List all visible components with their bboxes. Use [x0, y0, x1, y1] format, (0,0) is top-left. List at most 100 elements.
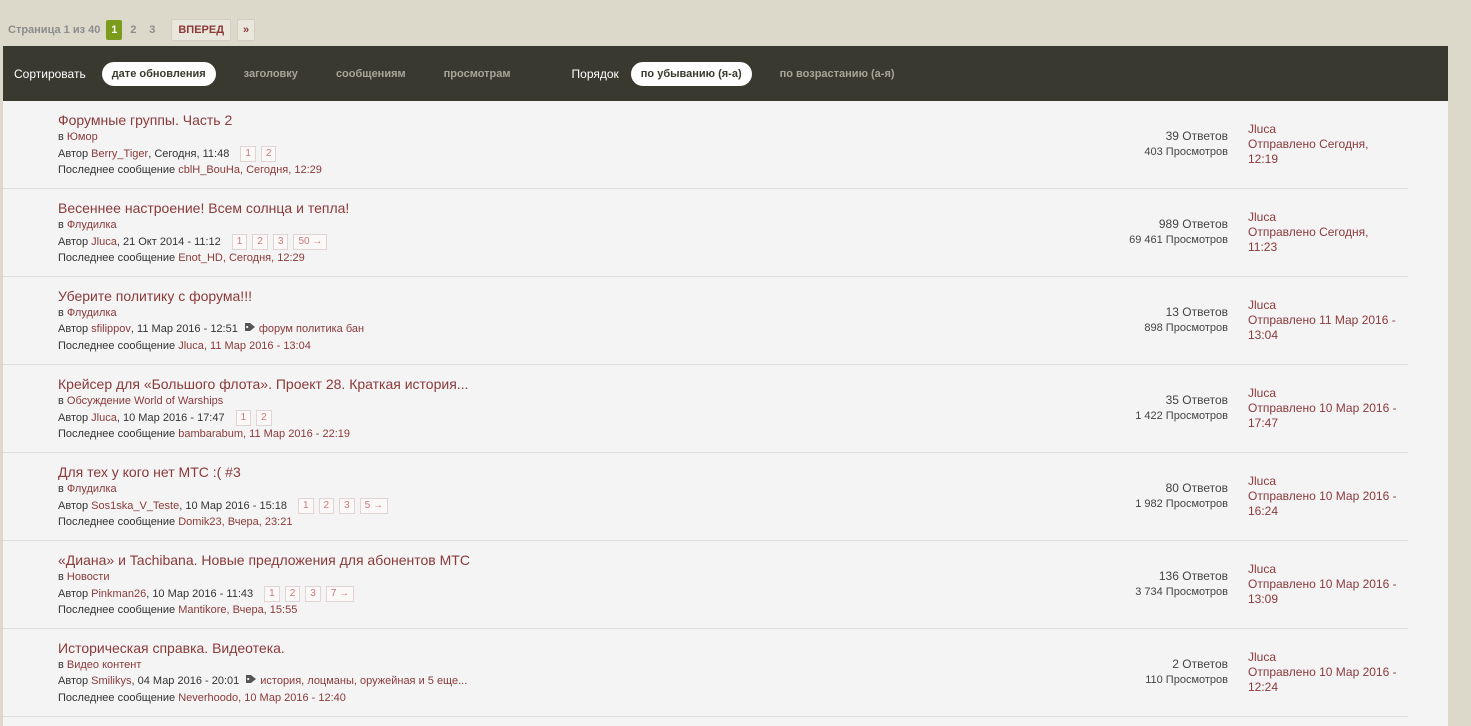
last-post-time-line1[interactable]: Отправлено Сегодня, [1248, 137, 1408, 152]
topic-page-link[interactable]: 2 [260, 146, 277, 162]
last-post-author-link[interactable]: Jluca [178, 340, 204, 352]
last-poster-info: Jluca Отправлено 10 Мар 2016 - 16:24 [1248, 474, 1408, 519]
topic-row: Форумные группы. Часть 2 в Юмор Автор Be… [3, 101, 1408, 189]
last-poster-link[interactable]: Jluca [1248, 650, 1408, 665]
author-link[interactable]: Jluca [91, 412, 117, 424]
topic-page-link[interactable]: 2 [256, 410, 272, 426]
forum-link[interactable]: Обсуждение World of Warships [67, 395, 223, 407]
next-page-button[interactable]: ВПЕРЕД [171, 18, 232, 41]
topic-title-link[interactable]: Крейсер для «Большого флота». Проект 28.… [58, 376, 468, 392]
topic-page-link[interactable]: 1 [231, 234, 248, 250]
topic-forum: в Новости [58, 571, 110, 583]
last-post-date-link[interactable]: , Сегодня, 12:29 [240, 164, 322, 176]
topic-page-link[interactable]: 1 [264, 586, 280, 602]
topic-page-link[interactable]: 3 [339, 498, 355, 514]
topic-tags-link[interactable]: форум политика бан [259, 323, 364, 335]
forum-link[interactable]: Юмор [67, 131, 98, 143]
last-post-date-link[interactable]: , Вчера, 23:21 [222, 516, 293, 528]
forum-link[interactable]: Флудилка [67, 483, 117, 495]
forum-link[interactable]: Флудилка [67, 219, 117, 231]
page-link-3[interactable]: 3 [144, 20, 160, 40]
topic-tags-link[interactable]: история, лоцманы, оружейная и 5 еще... [260, 675, 467, 687]
page-link-1[interactable]: 1 [106, 19, 123, 40]
last-poster-link[interactable]: Jluca [1248, 562, 1408, 577]
author-link[interactable]: sfilippov [91, 323, 131, 335]
sort-by-title[interactable]: заголовку [234, 62, 308, 86]
last-post-date-link[interactable]: , Вчера, 15:55 [227, 604, 298, 616]
last-poster-link[interactable]: Jluca [1248, 474, 1408, 489]
last-post-date-link[interactable]: , 11 Мар 2016 - 22:19 [243, 428, 350, 440]
last-poster-link[interactable]: Jluca [1248, 386, 1408, 401]
author-link[interactable]: Jluca [91, 236, 117, 248]
last-post-time-line1[interactable]: Отправлено 10 Мар 2016 - [1248, 401, 1408, 416]
last-post-time-line2[interactable]: 16:24 [1248, 504, 1408, 519]
last-post-time-line1[interactable]: Отправлено 11 Мар 2016 - [1248, 313, 1408, 328]
topic-date: , 11 Мар 2016 - 12:51 [130, 322, 238, 335]
topic-page-link[interactable]: 1 [235, 410, 252, 426]
last-post-label: Последнее сообщение [58, 164, 176, 176]
topic-title-link[interactable]: «Диана» и Tachibana. Новые предложения д… [58, 552, 470, 568]
replies-count: 39 Ответов [1165, 129, 1228, 143]
in-label: в [58, 571, 64, 583]
page-link-2[interactable]: 2 [125, 20, 141, 40]
last-post-time-line2[interactable]: 12:19 [1248, 152, 1408, 167]
last-post-author-link[interactable]: cblH_BouHa [178, 164, 240, 176]
topic-page-link[interactable]: 1 [240, 146, 256, 162]
sort-by-update-date[interactable]: дате обновления [101, 61, 216, 86]
last-post-author-link[interactable]: bambarabum [178, 428, 243, 440]
author-link[interactable]: Pinkman26 [91, 588, 146, 600]
topic-page-link[interactable]: 2 [284, 586, 301, 602]
last-poster-link[interactable]: Jluca [1248, 122, 1408, 137]
author-link[interactable]: Berry_Tiger [91, 148, 148, 160]
last-poster-link[interactable]: Jluca [1248, 210, 1408, 225]
forum-link[interactable]: Флудилка [67, 307, 117, 319]
last-post-author-link[interactable]: Neverhoodo [178, 692, 238, 704]
last-post-date-link[interactable]: , 11 Мар 2016 - 13:04 [204, 340, 311, 352]
topic-title-link[interactable]: Для тех у кого нет МТС :( #3 [58, 464, 241, 480]
last-page-button[interactable]: » [237, 18, 256, 41]
topic-row: Уберите политику с форума!!! в Флудилка … [3, 277, 1408, 365]
topic-page-link[interactable]: 1 [297, 498, 314, 514]
last-post-time-line2[interactable]: 17:47 [1248, 416, 1408, 431]
in-label: в [58, 219, 64, 231]
last-post-date-link[interactable]: , Сегодня, 12:29 [223, 252, 305, 264]
last-post-author-link[interactable]: Mantikore [178, 604, 226, 616]
views-count: 1 982 Просмотров [1135, 498, 1228, 510]
topic-page-link[interactable]: 3 [305, 586, 321, 602]
topic-title-link[interactable]: Уберите политику с форума!!! [58, 288, 252, 304]
topic-page-link[interactable]: 5 → [359, 498, 389, 514]
sort-by-views[interactable]: просмотрам [434, 62, 521, 86]
last-post-time-line2[interactable]: 13:09 [1248, 592, 1408, 607]
topic-page-link[interactable]: 2 [318, 498, 335, 514]
topic-page-link[interactable]: 3 [272, 234, 289, 250]
last-post-author-link[interactable]: Domik23 [178, 516, 221, 528]
last-post-line: Последнее сообщение bambarabum, 11 Мар 2… [58, 428, 350, 440]
last-post-time-line1[interactable]: Отправлено 10 Мар 2016 - [1248, 489, 1408, 504]
forum-link[interactable]: Видео контент [67, 659, 141, 671]
order-ascending[interactable]: по возрастанию (а-я) [770, 62, 905, 86]
author-link[interactable]: Smilikys [91, 675, 131, 687]
topic-page-link[interactable]: 2 [252, 234, 268, 250]
order-descending[interactable]: по убыванию (я-а) [630, 61, 752, 86]
last-post-date-link[interactable]: , 10 Мар 2016 - 12:40 [238, 692, 346, 704]
topic-date: , Сегодня, 11:48 [148, 148, 230, 160]
last-post-time-line2[interactable]: 13:04 [1248, 328, 1408, 343]
topic-stats: 136 Ответов 3 734 Просмотров [1135, 569, 1228, 598]
topic-page-link[interactable]: 50 → [293, 234, 328, 250]
sort-by-posts[interactable]: сообщениям [326, 62, 416, 86]
last-post-author-link[interactable]: Enot_HD [178, 252, 223, 264]
author-link[interactable]: Sos1ska_V_Teste [91, 500, 179, 512]
topic-row: Для тех у кого нет МТС :( #3 в Флудилка … [3, 453, 1408, 541]
topic-title-link[interactable]: Историческая справка. Видеотека. [58, 640, 285, 656]
topic-title-link[interactable]: Весеннее настроение! Всем солнца и тепла… [58, 200, 349, 216]
topic-page-link[interactable]: 7 → [325, 586, 355, 602]
last-post-time-line2[interactable]: 12:24 [1248, 680, 1408, 695]
last-post-time-line2[interactable]: 11:23 [1248, 240, 1408, 255]
last-post-time-line1[interactable]: Отправлено 10 Мар 2016 - [1248, 577, 1408, 592]
forum-link[interactable]: Новости [67, 571, 110, 583]
pagination: Страница 1 из 40 1 2 3 ВПЕРЕД » [8, 18, 256, 41]
last-post-time-line1[interactable]: Отправлено 10 Мар 2016 - [1248, 665, 1408, 680]
last-post-time-line1[interactable]: Отправлено Сегодня, [1248, 225, 1408, 240]
last-poster-link[interactable]: Jluca [1248, 298, 1408, 313]
topic-title-link[interactable]: Форумные группы. Часть 2 [58, 112, 232, 128]
